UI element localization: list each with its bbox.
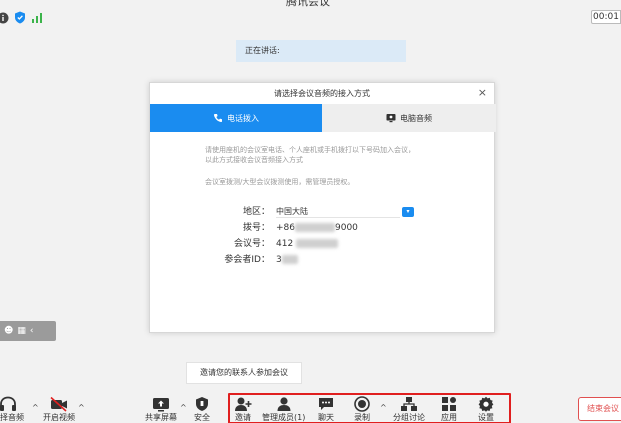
share-screen-button[interactable]: 共享屏幕 (145, 396, 177, 423)
security-label: 安全 (194, 413, 210, 422)
gear-icon (478, 396, 494, 412)
participant-id-label: 参会者ID： (224, 255, 270, 265)
invite-button[interactable]: 邀请 (234, 396, 252, 423)
region-row: 地区： 中国大陆 ▾ (150, 205, 494, 219)
share-options-caret[interactable]: ^ (180, 403, 187, 412)
shield-icon (196, 397, 208, 411)
breakout-rooms-button[interactable]: 分组讨论 (393, 396, 425, 423)
video-options-caret[interactable]: ^ (78, 403, 85, 412)
region-label: 地区： (242, 207, 270, 217)
audio-options-caret[interactable]: ^ (32, 403, 39, 412)
record-icon (354, 396, 370, 412)
headset-icon (0, 396, 16, 411)
top-status-icons (0, 11, 43, 24)
user-icon (277, 397, 291, 411)
chat-button[interactable]: 聊天 (318, 396, 334, 423)
breakout-rooms-icon (401, 397, 417, 411)
signal-icon[interactable] (30, 11, 43, 24)
record-label: 录制 (354, 413, 370, 422)
dial-row: 拨号： +86 9000 (150, 221, 494, 235)
view-controls: ☻ ▦ ‹ (0, 321, 56, 341)
video-label: 开启视频 (43, 413, 75, 422)
tab-label: 电脑音频 (400, 113, 432, 123)
audio-label: 选择音频 (0, 413, 24, 422)
shield-icon[interactable] (13, 11, 26, 24)
redacted-digits (281, 255, 298, 264)
manage-members-label: 管理成员(1) (262, 413, 306, 422)
settings-button[interactable]: 设置 (478, 396, 494, 423)
share-screen-icon (153, 398, 169, 412)
grid-view-icon[interactable]: ▦ (17, 326, 26, 336)
invite-tooltip: 邀请您的联系人参加会议 (186, 362, 302, 384)
participant-id-row: 参会者ID： 3 (150, 253, 494, 267)
apps-icon (442, 397, 456, 411)
chevron-left-icon[interactable]: ‹ (30, 326, 34, 336)
redacted-digits (296, 239, 339, 248)
dialog-note: 会议室拨测/大型会议拨测使用，需管理员授权。 (205, 178, 355, 186)
computer-audio-icon (386, 114, 396, 123)
region-select[interactable]: 中国大陆 (276, 205, 400, 218)
apps-label: 应用 (441, 413, 457, 422)
dial-label: 拨号： (242, 223, 270, 233)
close-icon[interactable]: × (478, 86, 487, 100)
speaking-indicator: 正在讲话: (236, 40, 406, 62)
dial-number: +86 9000 (276, 223, 358, 233)
settings-label: 设置 (478, 413, 494, 422)
audio-button[interactable]: 选择音频 (0, 396, 24, 423)
window-title: 腾讯会议 (286, 0, 330, 8)
participant-id-value: 3 (276, 253, 298, 267)
audio-join-dialog: 请选择会议音频的接入方式 × 电话拨入 电脑音频 请使用座机的会议室电话、个人座… (149, 82, 496, 333)
end-meeting-button[interactable]: 结束会议 (578, 397, 621, 421)
record-options-caret[interactable]: ^ (380, 403, 387, 412)
smile-icon[interactable]: ☻ (4, 326, 13, 336)
meeting-id-row: 会议号： 412 (150, 237, 494, 251)
record-button[interactable]: 录制 (354, 396, 370, 423)
dialog-title: 请选择会议音频的接入方式 (274, 89, 370, 98)
tab-label: 电话拨入 (227, 113, 259, 123)
breakout-rooms-label: 分组讨论 (393, 413, 425, 422)
apps-button[interactable]: 应用 (441, 396, 457, 423)
camera-off-icon (50, 396, 67, 412)
meeting-timer: 00:01 (591, 10, 621, 24)
share-screen-label: 共享屏幕 (145, 413, 177, 422)
redacted-digits (295, 223, 335, 232)
phone-icon (213, 114, 222, 123)
audio-tabs: 电话拨入 电脑音频 (150, 104, 496, 132)
info-icon[interactable] (0, 11, 9, 24)
chat-label: 聊天 (318, 413, 334, 422)
video-button[interactable]: 开启视频 (43, 396, 75, 423)
meeting-id-value: 412 (276, 237, 339, 251)
tab-computer-audio[interactable]: 电脑音频 (322, 104, 496, 132)
tab-phone-dial-in[interactable]: 电话拨入 (150, 104, 322, 132)
chat-icon (319, 398, 333, 410)
security-button[interactable]: 安全 (194, 396, 210, 423)
dialog-description: 请使用座机的会议室电话、个人座机或手机拨打以下号码加入会议， 以此方式接收会议音… (205, 146, 415, 164)
manage-members-button[interactable]: 管理成员(1) (262, 396, 305, 423)
add-user-icon (235, 397, 252, 411)
chevron-down-icon[interactable]: ▾ (402, 207, 414, 217)
region-value: 中国大陆 (276, 207, 308, 216)
meeting-id-label: 会议号： (233, 239, 270, 249)
invite-label: 邀请 (235, 413, 251, 422)
